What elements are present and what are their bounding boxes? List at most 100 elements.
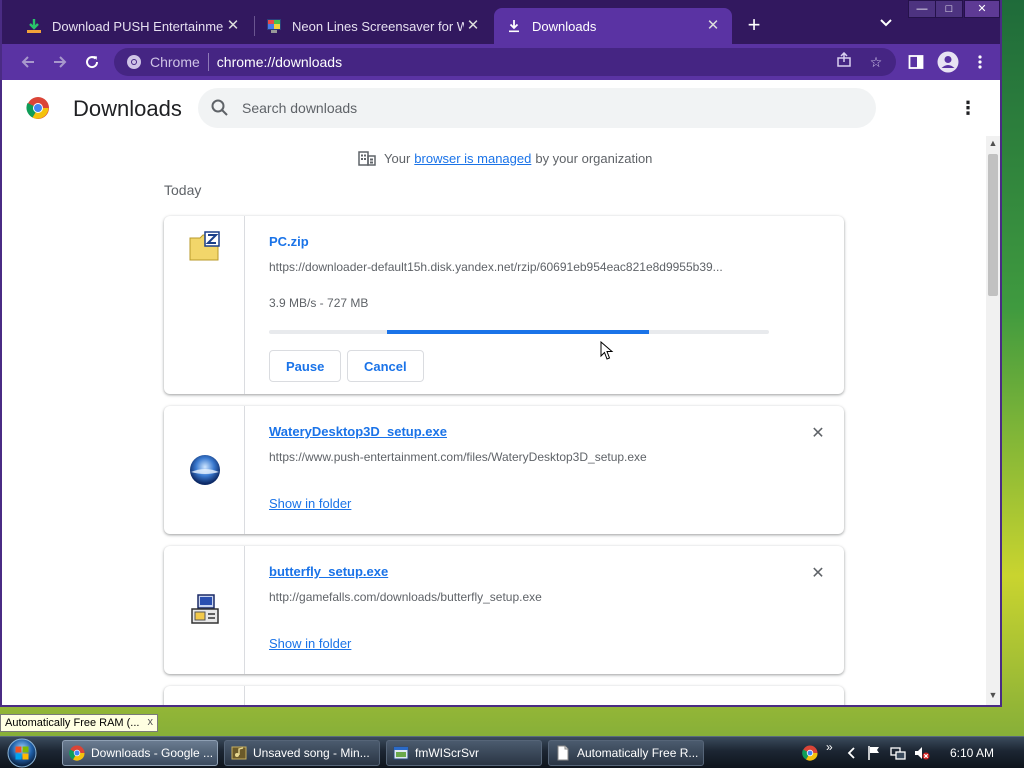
downloads-page: Downloads ⋮ Your browser is managed by y… xyxy=(2,80,1000,705)
taskbar-item-free-ram[interactable]: Automatically Free R... xyxy=(548,740,704,766)
download-item-butterfly: butterfly_setup.exe http://gamefalls.com… xyxy=(164,546,844,674)
taskbar-item-label: Unsaved song - Min... xyxy=(253,746,370,760)
start-orb-icon[interactable] xyxy=(6,738,38,768)
gadget-close-icon[interactable]: x xyxy=(148,716,154,728)
download-item-pc-zip: PC.zip https://downloader-default15h.dis… xyxy=(164,216,844,394)
system-tray: » 6:10 AM xyxy=(798,737,1024,768)
volume-muted-icon[interactable] xyxy=(914,745,930,761)
tab-title: Neon Lines Screensaver for Windo xyxy=(292,18,464,34)
download-icon-column xyxy=(164,546,245,674)
chrome-scheme-label: Chrome xyxy=(150,54,200,70)
share-icon[interactable] xyxy=(834,51,854,72)
show-in-folder-link[interactable]: Show in folder xyxy=(269,496,351,511)
forward-button[interactable] xyxy=(44,46,76,78)
download-progress-bar xyxy=(269,330,769,334)
chevron-left-icon[interactable] xyxy=(844,745,860,761)
installer-setup-icon xyxy=(191,594,219,624)
address-text: chrome://downloads xyxy=(216,54,343,70)
file-url: https://downloader-default15h.disk.yande… xyxy=(269,260,723,274)
date-group-label: Today xyxy=(164,182,202,198)
search-icon xyxy=(211,99,228,116)
browser-window: Download PUSH Entertainment - ✕ Neon Lin… xyxy=(0,0,1002,707)
downloads-header: Downloads ⋮ xyxy=(2,80,986,136)
download-progress-fill xyxy=(387,330,649,334)
tray-overflow-icon[interactable]: » xyxy=(826,740,833,754)
window-app-icon xyxy=(393,746,409,760)
tab-close-icon[interactable]: ✕ xyxy=(464,17,482,35)
taskbar-item-label: Automatically Free R... xyxy=(577,746,699,760)
chrome-logo-icon xyxy=(26,97,49,119)
gadget-label: Automatically Free RAM (... xyxy=(5,717,140,729)
file-url: https://www.push-entertainment.com/files… xyxy=(269,450,647,464)
action-center-flag-icon[interactable] xyxy=(866,745,882,761)
bookmark-star-icon[interactable]: ☆ xyxy=(866,52,886,72)
tab-push-entertainment[interactable]: Download PUSH Entertainment - ✕ xyxy=(14,8,252,44)
clock: 6:10 AM xyxy=(950,746,995,760)
address-bar[interactable]: Chrome chrome://downloads ☆ xyxy=(114,48,896,76)
managed-prefix: Your xyxy=(384,150,411,166)
maximize-button[interactable]: □ xyxy=(935,0,963,18)
watery-desktop-app-icon xyxy=(190,455,220,485)
download-arrow-icon xyxy=(27,19,41,33)
file-name[interactable]: WateryDesktop3D_setup.exe xyxy=(269,424,447,439)
managed-notice: Your browser is managed by your organiza… xyxy=(358,150,652,166)
zip-archive-icon xyxy=(189,231,220,261)
chrome-tray-icon[interactable] xyxy=(802,745,818,761)
tab-search-chevron-icon[interactable] xyxy=(876,16,896,36)
taskbar-item-fmwiscrsvr[interactable]: fmWIScrSvr xyxy=(386,740,542,766)
windows-taskbar: Downloads - Google ... Unsaved song - Mi… xyxy=(0,736,1024,768)
file-name[interactable]: PC.zip xyxy=(269,234,309,249)
windows-screensaver-icon xyxy=(267,19,281,33)
free-ram-gadget[interactable]: Automatically Free RAM (... x xyxy=(0,714,158,732)
taskbar-item-song[interactable]: Unsaved song - Min... xyxy=(224,740,380,766)
remove-item-close-icon[interactable]: ✕ xyxy=(808,424,828,444)
chrome-page-icon xyxy=(127,55,141,69)
browser-menu-button[interactable] xyxy=(964,46,996,78)
new-tab-button[interactable]: + xyxy=(742,14,766,38)
managed-link[interactable]: browser is managed xyxy=(414,151,531,166)
music-app-icon xyxy=(231,746,247,760)
side-panel-icon xyxy=(908,55,924,69)
more-actions-icon[interactable]: ⋮ xyxy=(958,96,978,120)
close-window-button[interactable]: ✕ xyxy=(964,0,1000,18)
download-icon-column xyxy=(164,406,245,534)
tab-title: Downloads xyxy=(532,18,597,34)
download-item-partial xyxy=(164,686,844,705)
browser-toolbar: Chrome chrome://downloads ☆ xyxy=(2,44,1000,80)
taskbar-item-chrome[interactable]: Downloads - Google ... xyxy=(62,740,218,766)
download-icon xyxy=(509,20,519,33)
cancel-button[interactable]: Cancel xyxy=(347,350,424,382)
document-icon xyxy=(557,745,569,761)
tab-close-icon[interactable]: ✕ xyxy=(224,17,242,35)
network-icon[interactable] xyxy=(890,745,906,761)
side-panel-button[interactable] xyxy=(900,46,932,78)
profile-avatar-icon xyxy=(937,51,959,73)
search-box[interactable] xyxy=(198,88,876,128)
file-url: http://gamefalls.com/downloads/butterfly… xyxy=(269,590,542,604)
page-scrollbar[interactable]: ▲ ▼ xyxy=(986,136,1000,705)
search-input[interactable] xyxy=(242,88,862,128)
taskbar-item-label: Downloads - Google ... xyxy=(91,746,214,760)
taskbar-item-label: fmWIScrSvr xyxy=(415,746,479,760)
mouse-cursor-icon xyxy=(600,341,614,360)
scroll-up-arrow-icon[interactable]: ▲ xyxy=(986,136,1000,150)
back-button[interactable] xyxy=(12,46,44,78)
page-title: Downloads xyxy=(73,96,182,121)
file-name[interactable]: butterfly_setup.exe xyxy=(269,564,388,579)
remove-item-close-icon[interactable]: ✕ xyxy=(808,564,828,584)
profile-button[interactable] xyxy=(932,46,964,78)
vertical-dots-icon xyxy=(978,55,982,69)
pause-button[interactable]: Pause xyxy=(269,350,342,382)
minimize-button[interactable]: — xyxy=(908,0,936,18)
tab-strip: Download PUSH Entertainment - ✕ Neon Lin… xyxy=(2,0,1000,44)
managed-suffix: by your organization xyxy=(535,150,653,166)
reload-button[interactable] xyxy=(76,46,108,78)
building-icon xyxy=(358,151,376,166)
scroll-down-arrow-icon[interactable]: ▼ xyxy=(986,688,1000,702)
tab-downloads[interactable]: Downloads ✕ xyxy=(494,8,732,44)
tab-close-icon[interactable]: ✕ xyxy=(704,17,722,35)
show-in-folder-link[interactable]: Show in folder xyxy=(269,636,351,651)
scrollbar-thumb[interactable] xyxy=(988,154,998,296)
back-arrow-icon xyxy=(21,56,34,68)
tab-neon-lines[interactable]: Neon Lines Screensaver for Windo ✕ xyxy=(254,8,492,44)
